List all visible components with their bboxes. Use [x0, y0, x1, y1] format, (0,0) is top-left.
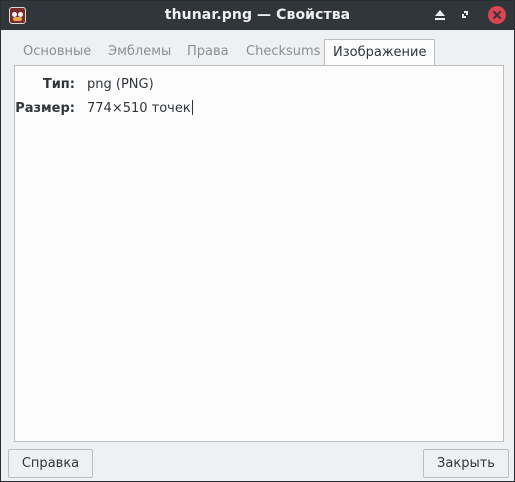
size-value-wrap[interactable]: 774×510 точек — [87, 100, 193, 118]
tab-basic[interactable]: Основные — [14, 39, 100, 66]
type-label: Тип: — [42, 77, 75, 92]
text-cursor — [191, 100, 193, 115]
close-icon[interactable] — [488, 6, 506, 24]
tab-emblems[interactable]: Эмблемы — [99, 39, 180, 66]
size-value[interactable]: 774×510 точек — [87, 101, 191, 116]
size-row: Размер: 774×510 точек — [1, 100, 515, 118]
titlebar[interactable]: thunar.png — Свойства — [1, 1, 514, 30]
eject-icon[interactable] — [434, 7, 446, 24]
tab-image[interactable]: Изображение — [324, 39, 436, 67]
restore-icon[interactable] — [460, 7, 472, 24]
help-button[interactable]: Справка — [8, 449, 93, 478]
image-properties-panel — [14, 65, 504, 442]
tab-permissions[interactable]: Права — [178, 39, 238, 66]
tab-checksums[interactable]: Checksums — [237, 39, 329, 66]
size-label: Размер: — [15, 101, 75, 116]
properties-dialog: thunar.png — Свойства Основные Эмблемы П… — [0, 0, 515, 482]
close-button[interactable]: Закрыть — [423, 449, 509, 478]
type-value: png (PNG) — [87, 77, 154, 92]
type-row: Тип: png (PNG) — [1, 76, 515, 94]
